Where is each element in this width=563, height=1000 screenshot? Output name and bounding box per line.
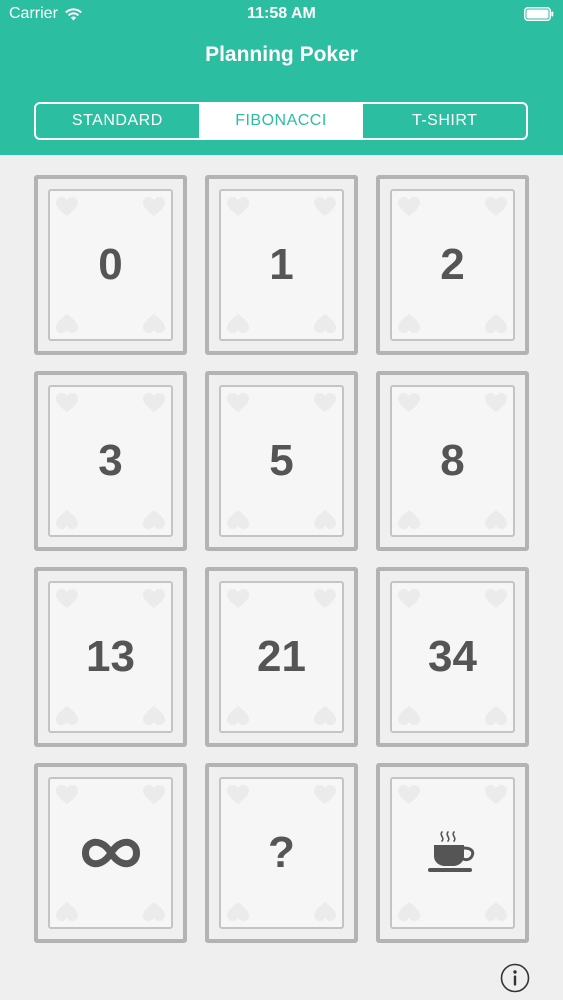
heart-suit-icon [143, 314, 165, 333]
heart-suit-icon [56, 197, 78, 216]
card-0[interactable]: 0 [34, 175, 187, 355]
heart-suit-icon [227, 510, 249, 529]
card-21[interactable]: 21 [205, 567, 358, 747]
heart-suit-icon [398, 902, 420, 921]
heart-suit-icon [227, 197, 249, 216]
heart-suit-icon [314, 706, 336, 725]
heart-suit-icon [398, 314, 420, 333]
segment-t-shirt[interactable]: T-SHIRT [362, 104, 526, 138]
heart-suit-icon [314, 589, 336, 608]
heart-suit-icon [398, 589, 420, 608]
heart-suit-icon [56, 314, 78, 333]
heart-suit-icon [398, 393, 420, 412]
page-title: Planning Poker [205, 43, 358, 66]
card-grid: 0 1 2 3 5 8 13 21 34 ? [34, 175, 529, 943]
info-icon[interactable] [500, 963, 530, 993]
card-value: 8 [440, 436, 465, 485]
card-face: 34 [390, 581, 515, 733]
card-face: 8 [390, 385, 515, 537]
heart-suit-icon [143, 510, 165, 529]
card-face: 3 [48, 385, 173, 537]
heart-suit-icon [398, 785, 420, 804]
heart-suit-icon [56, 785, 78, 804]
card-34[interactable]: 34 [376, 567, 529, 747]
heart-suit-icon [143, 393, 165, 412]
card-value: 13 [86, 632, 135, 681]
heart-suit-icon [485, 902, 507, 921]
card-face: ? [219, 777, 344, 929]
card-value: ? [268, 828, 295, 877]
card-value: 21 [257, 632, 306, 681]
card-face: 1 [219, 189, 344, 341]
card-5[interactable]: 5 [205, 371, 358, 551]
heart-suit-icon [314, 393, 336, 412]
heart-suit-icon [227, 902, 249, 921]
segment-fibonacci[interactable]: FIBONACCI [198, 104, 363, 138]
card-value: 1 [269, 240, 294, 289]
card-icon [50, 836, 171, 870]
status-time: 11:58 AM [247, 5, 316, 22]
battery-icon [524, 7, 554, 21]
card-3[interactable]: 3 [34, 371, 187, 551]
heart-suit-icon [314, 510, 336, 529]
heart-suit-icon [314, 314, 336, 333]
planning-poker-screen: Carrier 11:58 AM Planning Poker STANDARD… [0, 0, 563, 1000]
heart-suit-icon [485, 706, 507, 725]
heart-suit-icon [485, 393, 507, 412]
heart-suit-icon [227, 589, 249, 608]
card-value: 3 [98, 436, 123, 485]
coffee-cup-icon [427, 831, 474, 872]
heart-suit-icon [314, 197, 336, 216]
card-face: 13 [48, 581, 173, 733]
card-question[interactable]: ? [205, 763, 358, 943]
heart-suit-icon [314, 902, 336, 921]
heart-suit-icon [56, 902, 78, 921]
heart-suit-icon [143, 706, 165, 725]
heart-suit-icon [485, 589, 507, 608]
heart-suit-icon [485, 197, 507, 216]
card-face: 5 [219, 385, 344, 537]
header: Carrier 11:58 AM Planning Poker STANDARD… [0, 0, 563, 155]
card-face: 2 [390, 189, 515, 341]
card-value: 5 [269, 436, 294, 485]
heart-suit-icon [485, 314, 507, 333]
heart-suit-icon [143, 197, 165, 216]
segment-standard[interactable]: STANDARD [36, 104, 199, 138]
infinity-icon [81, 838, 140, 868]
heart-suit-icon [314, 785, 336, 804]
card-1[interactable]: 1 [205, 175, 358, 355]
card-face: 21 [219, 581, 344, 733]
heart-suit-icon [227, 706, 249, 725]
heart-suit-icon [56, 706, 78, 725]
heart-suit-icon [485, 510, 507, 529]
heart-suit-icon [398, 510, 420, 529]
card-2[interactable]: 2 [376, 175, 529, 355]
card-value: 2 [440, 240, 465, 289]
heart-suit-icon [143, 589, 165, 608]
heart-suit-icon [485, 785, 507, 804]
card-13[interactable]: 13 [34, 567, 187, 747]
card-coffee[interactable] [376, 763, 529, 943]
heart-suit-icon [227, 785, 249, 804]
heart-suit-icon [56, 510, 78, 529]
card-infinity[interactable] [34, 763, 187, 943]
card-value: 34 [428, 632, 477, 681]
card-icon [392, 830, 513, 876]
deck-type-segmented-control: STANDARD FIBONACCI T-SHIRT [34, 102, 528, 140]
heart-suit-icon [398, 706, 420, 725]
card-face [390, 777, 515, 929]
card-8[interactable]: 8 [376, 371, 529, 551]
heart-suit-icon [56, 589, 78, 608]
status-bar: Carrier 11:58 AM [0, 0, 563, 30]
heart-suit-icon [56, 393, 78, 412]
card-face [48, 777, 173, 929]
heart-suit-icon [398, 197, 420, 216]
heart-suit-icon [143, 785, 165, 804]
heart-suit-icon [227, 393, 249, 412]
card-face: 0 [48, 189, 173, 341]
heart-suit-icon [143, 902, 165, 921]
heart-suit-icon [227, 314, 249, 333]
card-value: 0 [98, 240, 123, 289]
